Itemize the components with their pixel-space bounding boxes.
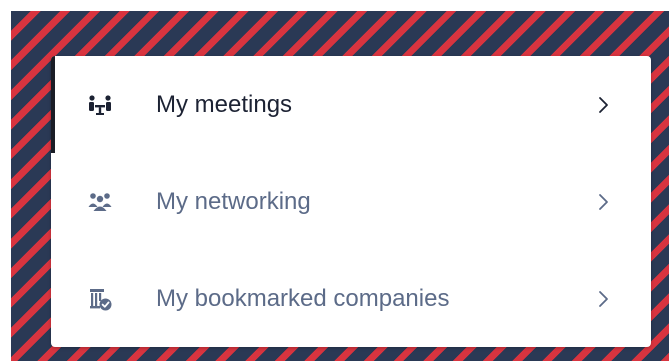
my-area-menu: My meetings My networking My bookmarked … <box>51 56 651 347</box>
menu-item-label: My meetings <box>156 91 293 118</box>
menu-item-my-meetings[interactable]: My meetings <box>51 56 651 153</box>
people-group-icon <box>87 189 113 215</box>
menu-item-label: My networking <box>156 188 311 215</box>
menu-item-my-bookmarked-companies[interactable]: My bookmarked companies <box>51 250 651 347</box>
menu-item-my-networking[interactable]: My networking <box>51 153 651 250</box>
chevron-right-icon <box>595 96 611 114</box>
striped-background-banner: My meetings My networking My bookmarked … <box>11 11 669 361</box>
chevron-right-icon <box>595 193 611 211</box>
building-check-icon <box>87 286 113 312</box>
chevron-right-icon <box>595 290 611 308</box>
menu-item-label: My bookmarked companies <box>156 285 450 312</box>
meeting-table-icon <box>87 92 113 118</box>
